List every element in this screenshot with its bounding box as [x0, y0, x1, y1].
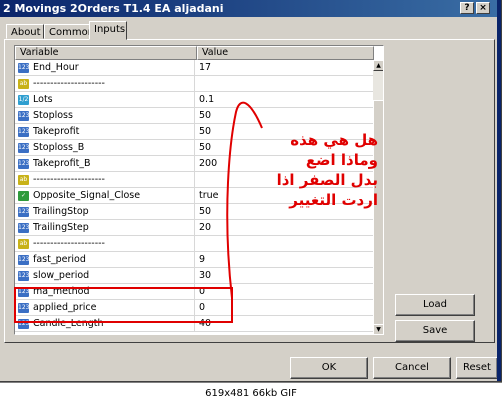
highlight-box	[14, 287, 233, 323]
arabic-annotation: هل هي هذه وماذا اضع بدل الصفر اذا اردت ا…	[218, 130, 378, 210]
image-caption: 619x481 66kb GIF	[0, 382, 502, 405]
annotation-line: بدل الصفر اذا	[276, 171, 378, 189]
annotation-line: وماذا اضع	[305, 151, 378, 169]
input-parameters-dialog: 2 Movings 2Orders T1.4 EA aljadani ? × A…	[0, 0, 502, 382]
annotation-line: هل هي هذه	[290, 131, 378, 149]
annotation-line: اردت التغيير	[289, 191, 378, 209]
tab-inputs[interactable]: Inputs	[89, 21, 127, 40]
